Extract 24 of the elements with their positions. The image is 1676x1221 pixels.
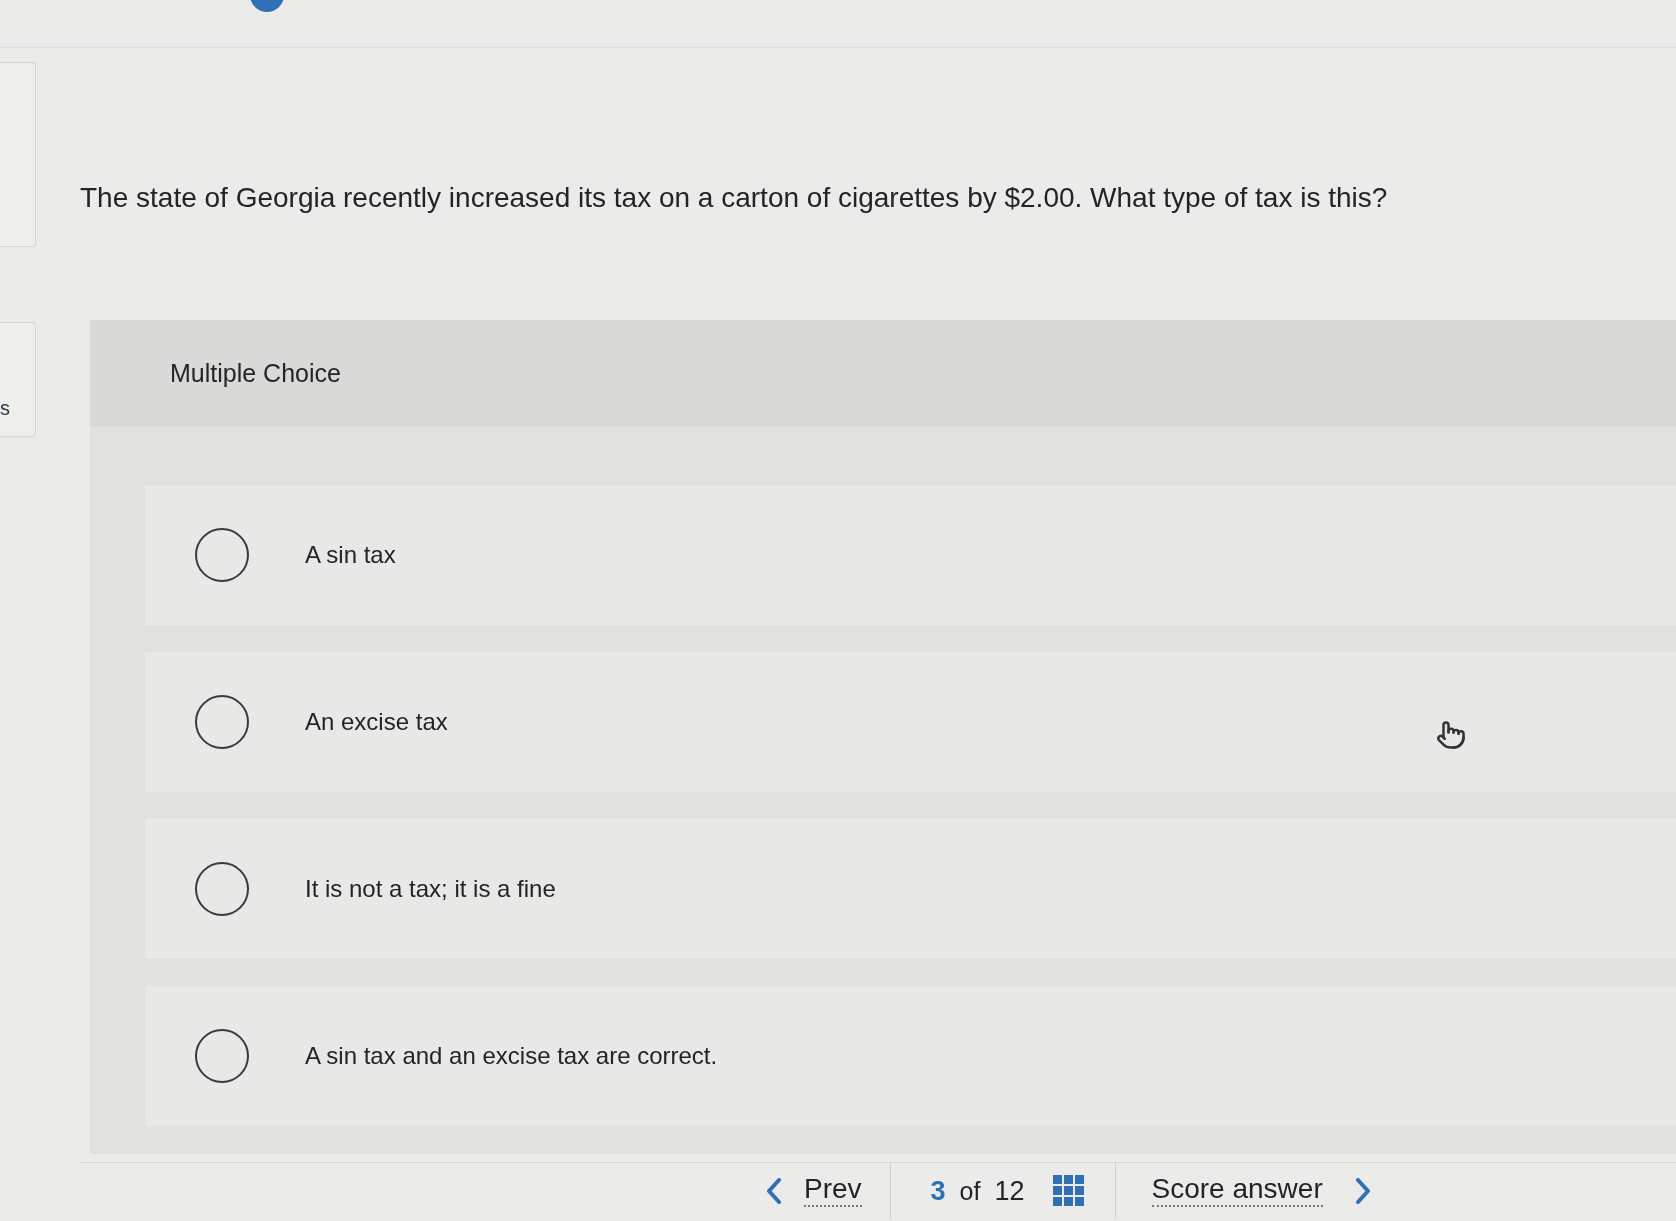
hand-cursor-icon xyxy=(1436,720,1466,750)
option-label: It is not a tax; it is a fine xyxy=(305,874,556,904)
grid-icon[interactable] xyxy=(1052,1175,1085,1207)
side-tab[interactable]: s xyxy=(0,322,36,437)
radio-button[interactable] xyxy=(195,1029,249,1083)
score-answer-button[interactable]: Score answer xyxy=(1115,1163,1371,1219)
page-of: of xyxy=(959,1178,981,1204)
page-total: 12 xyxy=(994,1177,1025,1205)
radio-button[interactable] xyxy=(195,528,249,582)
radio-button[interactable] xyxy=(195,695,249,749)
question-text: The state of Georgia recently increased its tax on a carton of cigarettes by $2.00. What type of tax is this? xyxy=(80,181,1389,215)
option-label: An excise tax xyxy=(305,707,448,737)
panel-heading: Multiple Choice xyxy=(170,357,341,389)
prev-button[interactable]: Prev xyxy=(766,1163,890,1219)
chevron-left-icon xyxy=(766,1178,782,1204)
choice-option[interactable]: A sin tax xyxy=(145,485,1676,625)
radio-button[interactable] xyxy=(195,862,249,916)
choice-option[interactable]: It is not a tax; it is a fine xyxy=(145,819,1676,959)
choice-option[interactable]: A sin tax and an excise tax are correct. xyxy=(145,986,1676,1126)
chevron-right-icon xyxy=(1354,1178,1371,1204)
page-current: 3 xyxy=(930,1177,946,1205)
option-label: A sin tax xyxy=(305,540,396,570)
choice-option[interactable]: An excise tax xyxy=(145,652,1676,792)
option-label: A sin tax and an excise tax are correct. xyxy=(305,1041,718,1071)
